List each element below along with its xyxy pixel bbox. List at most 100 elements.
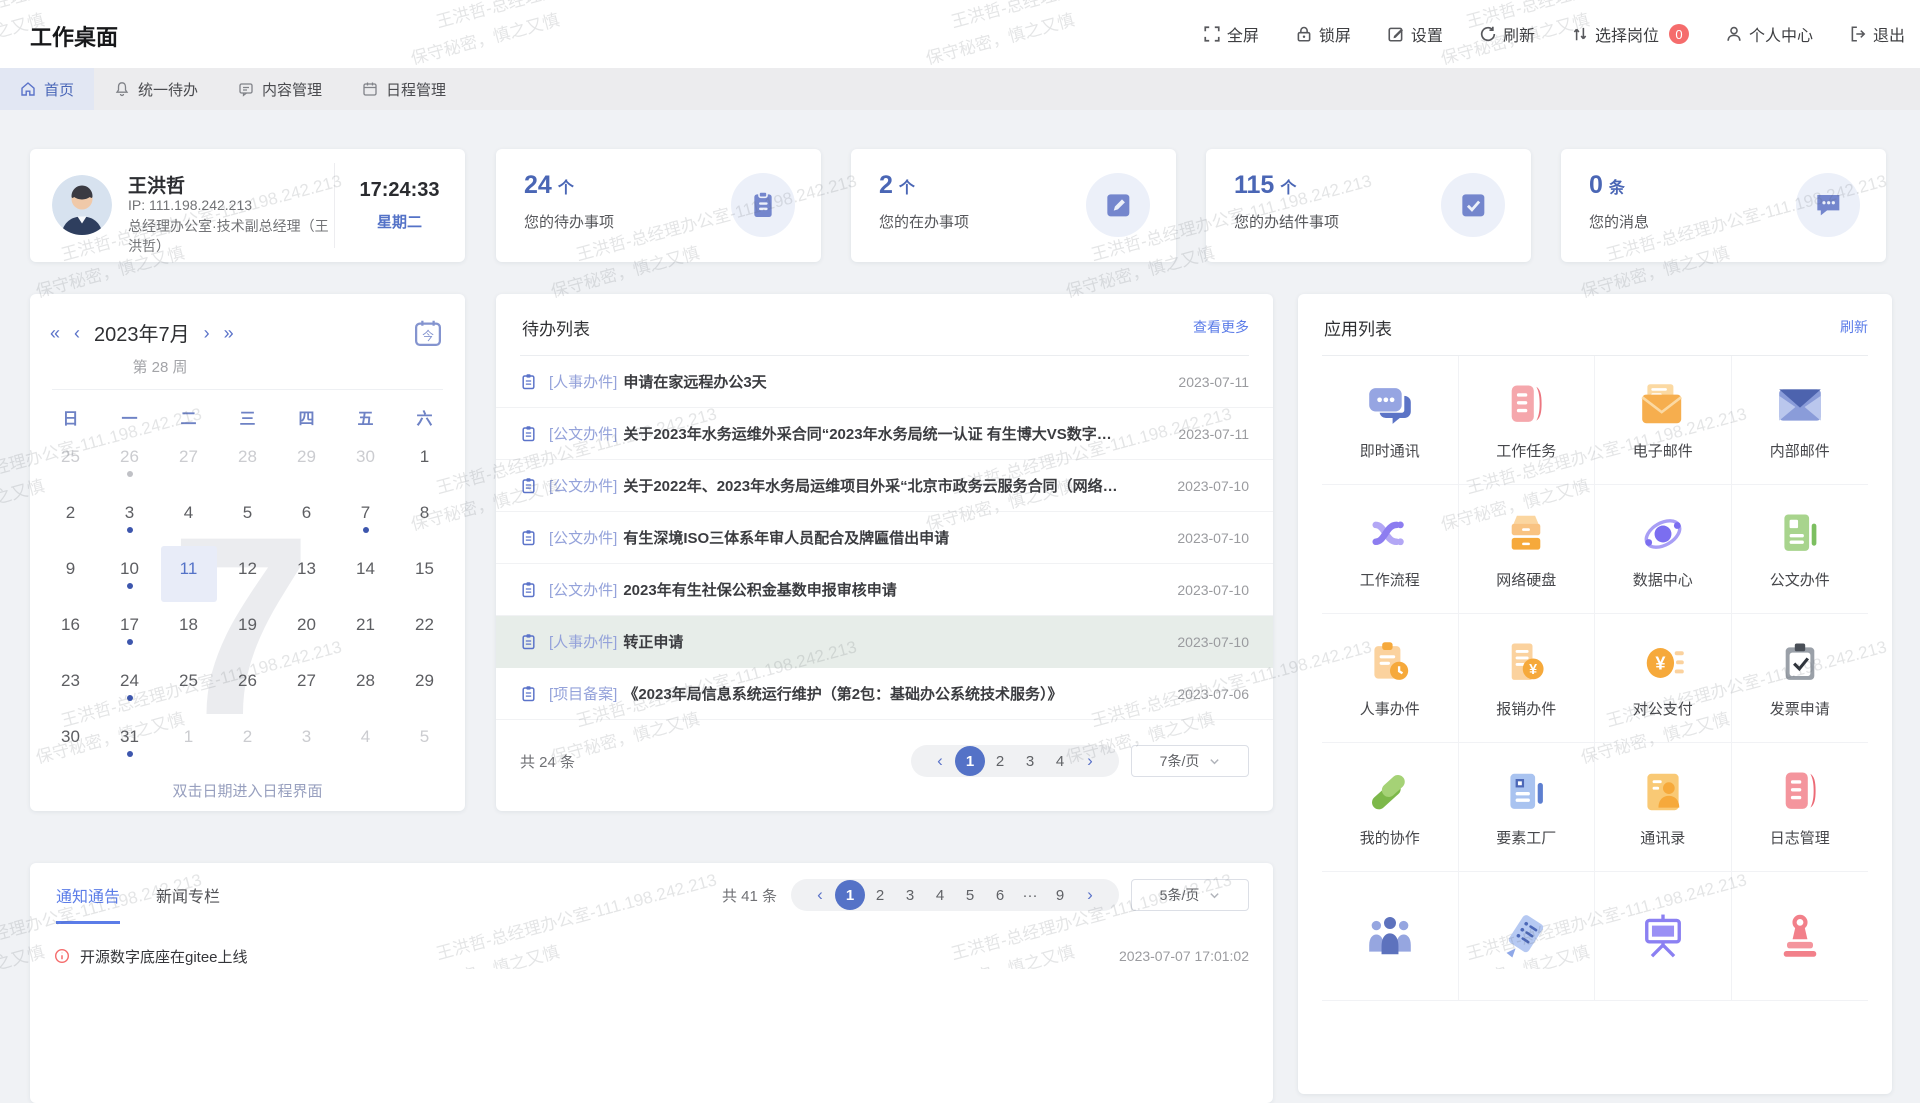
header-action-全屏[interactable]: 全屏 [1203, 22, 1259, 46]
app-内部邮件[interactable]: 内部邮件 [1732, 356, 1869, 485]
tab-统一待办[interactable]: 统一待办 [94, 68, 218, 110]
calendar-day[interactable]: 16 [41, 602, 100, 658]
header-action-退出[interactable]: 退出 [1849, 22, 1905, 46]
calendar-day[interactable]: 30 [41, 714, 100, 770]
header-action-锁屏[interactable]: 锁屏 [1295, 22, 1351, 46]
app-发票申请[interactable]: 发票申请 [1732, 614, 1869, 743]
calendar-day[interactable]: 13 [277, 546, 336, 602]
refresh-link[interactable]: 刷新 [1840, 317, 1868, 337]
header-action-个人中心[interactable]: 个人中心 [1725, 22, 1813, 46]
page-button-2[interactable]: 2 [865, 880, 895, 910]
notice-tab-通知通告[interactable]: 通知通告 [56, 883, 120, 924]
todo-item[interactable]: [公文办件]有生深境ISO三体系年审人员配合及牌匾借出申请2023-07-10 [496, 512, 1273, 564]
page-button-6[interactable]: 6 [985, 880, 1015, 910]
calendar-day[interactable]: 4 [336, 714, 395, 770]
calendar-day[interactable]: 19 [218, 602, 277, 658]
page-button-1[interactable]: 1 [955, 746, 985, 776]
app-数据中心[interactable]: 数据中心 [1595, 485, 1732, 614]
prev-year-button[interactable]: « [50, 324, 60, 342]
tab-日程管理[interactable]: 日程管理 [342, 68, 466, 110]
calendar-day[interactable]: 20 [277, 602, 336, 658]
todo-item[interactable]: [公文办件]关于2022年、2023年水务局运维项目外采“北京市政务云服务合同（… [496, 460, 1273, 512]
todo-item[interactable]: [项目备案]《2023年局信息系统运行维护（第2包：基础办公系统技术服务）》20… [496, 668, 1273, 720]
app-报销办件[interactable]: ¥报销办件 [1459, 614, 1596, 743]
prev-page-button[interactable]: ‹ [805, 880, 835, 910]
calendar-day[interactable]: 31 [100, 714, 159, 770]
page-button-3[interactable]: 3 [1015, 746, 1045, 776]
app-我的协作[interactable]: 我的协作 [1322, 743, 1459, 872]
app-公文办件[interactable]: 公文办件 [1732, 485, 1869, 614]
calendar-day[interactable]: 8 [395, 490, 454, 546]
page-button-9[interactable]: 9 [1045, 880, 1075, 910]
calendar-day[interactable]: 10 [100, 546, 159, 602]
calendar-day[interactable]: 17 [100, 602, 159, 658]
todo-page-size-select[interactable]: 7条/页 [1131, 745, 1249, 777]
calendar-day[interactable]: 11 [159, 546, 218, 602]
calendar-day[interactable]: 18 [159, 602, 218, 658]
header-action-选择岗位[interactable]: 选择岗位0 [1571, 22, 1689, 46]
next-page-button[interactable]: › [1075, 880, 1105, 910]
notice-tab-新闻专栏[interactable]: 新闻专栏 [156, 883, 220, 924]
calendar-day[interactable]: 29 [395, 658, 454, 714]
header-action-设置[interactable]: 设置 [1387, 22, 1443, 46]
next-month-button[interactable]: › [204, 324, 210, 342]
notice-item[interactable]: 开源数字底座在gitee上线2023-07-07 17:01:02 [30, 935, 1273, 977]
calendar-day[interactable]: 27 [277, 658, 336, 714]
calendar-day[interactable]: 1 [159, 714, 218, 770]
app-电子邮件[interactable]: 电子邮件 [1595, 356, 1732, 485]
prev-page-button[interactable]: ‹ [925, 746, 955, 776]
app-日志管理[interactable]: 日志管理 [1732, 743, 1869, 872]
calendar-day[interactable]: 2 [218, 714, 277, 770]
prev-month-button[interactable]: ‹ [74, 324, 80, 342]
calendar-day[interactable]: 23 [41, 658, 100, 714]
calendar-day[interactable]: 21 [336, 602, 395, 658]
next-page-button[interactable]: › [1075, 746, 1105, 776]
app-即时通讯[interactable]: 即时通讯 [1322, 356, 1459, 485]
page-button-1[interactable]: 1 [835, 880, 865, 910]
page-button-4[interactable]: 4 [1045, 746, 1075, 776]
todo-item[interactable]: [人事办件]申请在家远程办公3天2023-07-11 [496, 356, 1273, 408]
calendar-day[interactable]: 27 [159, 434, 218, 490]
app-stamp-icon[interactable] [1732, 872, 1869, 1001]
todo-item[interactable]: [人事办件]转正申请2023-07-10 [496, 616, 1273, 668]
calendar-day[interactable]: 25 [159, 658, 218, 714]
page-button-4[interactable]: 4 [925, 880, 955, 910]
todo-item[interactable]: [公文办件]关于2023年水务运维外采合同“2023年水务局统一认证 有生博大V… [496, 408, 1273, 460]
calendar-day[interactable]: 26 [100, 434, 159, 490]
calendar-day[interactable]: 5 [218, 490, 277, 546]
calendar-day[interactable]: 3 [277, 714, 336, 770]
tab-内容管理[interactable]: 内容管理 [218, 68, 342, 110]
todo-item[interactable]: [公文办件]2023年有生社保公积金基数申报审核申请2023-07-10 [496, 564, 1273, 616]
app-通讯录[interactable]: 通讯录 [1595, 743, 1732, 872]
calendar-day[interactable]: 4 [159, 490, 218, 546]
calendar-day[interactable]: 12 [218, 546, 277, 602]
app-receipt-icon[interactable] [1459, 872, 1596, 1001]
more-pages-ellipsis[interactable]: ··· [1015, 880, 1045, 910]
app-人事办件[interactable]: 人事办件 [1322, 614, 1459, 743]
calendar-day[interactable]: 5 [395, 714, 454, 770]
calendar-day[interactable]: 14 [336, 546, 395, 602]
calendar-day[interactable]: 9 [41, 546, 100, 602]
app-工作任务[interactable]: 工作任务 [1459, 356, 1596, 485]
calendar-day[interactable]: 1 [395, 434, 454, 490]
calendar-day[interactable]: 29 [277, 434, 336, 490]
page-button-3[interactable]: 3 [895, 880, 925, 910]
next-year-button[interactable]: » [224, 324, 234, 342]
calendar-day[interactable]: 6 [277, 490, 336, 546]
app-people-group-icon[interactable] [1322, 872, 1459, 1001]
calendar-day[interactable]: 28 [336, 658, 395, 714]
app-对公支付[interactable]: ¥对公支付 [1595, 614, 1732, 743]
calendar-day[interactable]: 25 [41, 434, 100, 490]
view-more-link[interactable]: 查看更多 [1193, 317, 1249, 337]
app-presentation-board-icon[interactable] [1595, 872, 1732, 1001]
app-网络硬盘[interactable]: 网络硬盘 [1459, 485, 1596, 614]
tab-首页[interactable]: 首页 [0, 68, 94, 110]
calendar-day[interactable]: 7 [336, 490, 395, 546]
calendar-day[interactable]: 3 [100, 490, 159, 546]
calendar-day[interactable]: 22 [395, 602, 454, 658]
calendar-day[interactable]: 30 [336, 434, 395, 490]
page-button-5[interactable]: 5 [955, 880, 985, 910]
calendar-day[interactable]: 24 [100, 658, 159, 714]
page-button-2[interactable]: 2 [985, 746, 1015, 776]
calendar-day[interactable]: 28 [218, 434, 277, 490]
